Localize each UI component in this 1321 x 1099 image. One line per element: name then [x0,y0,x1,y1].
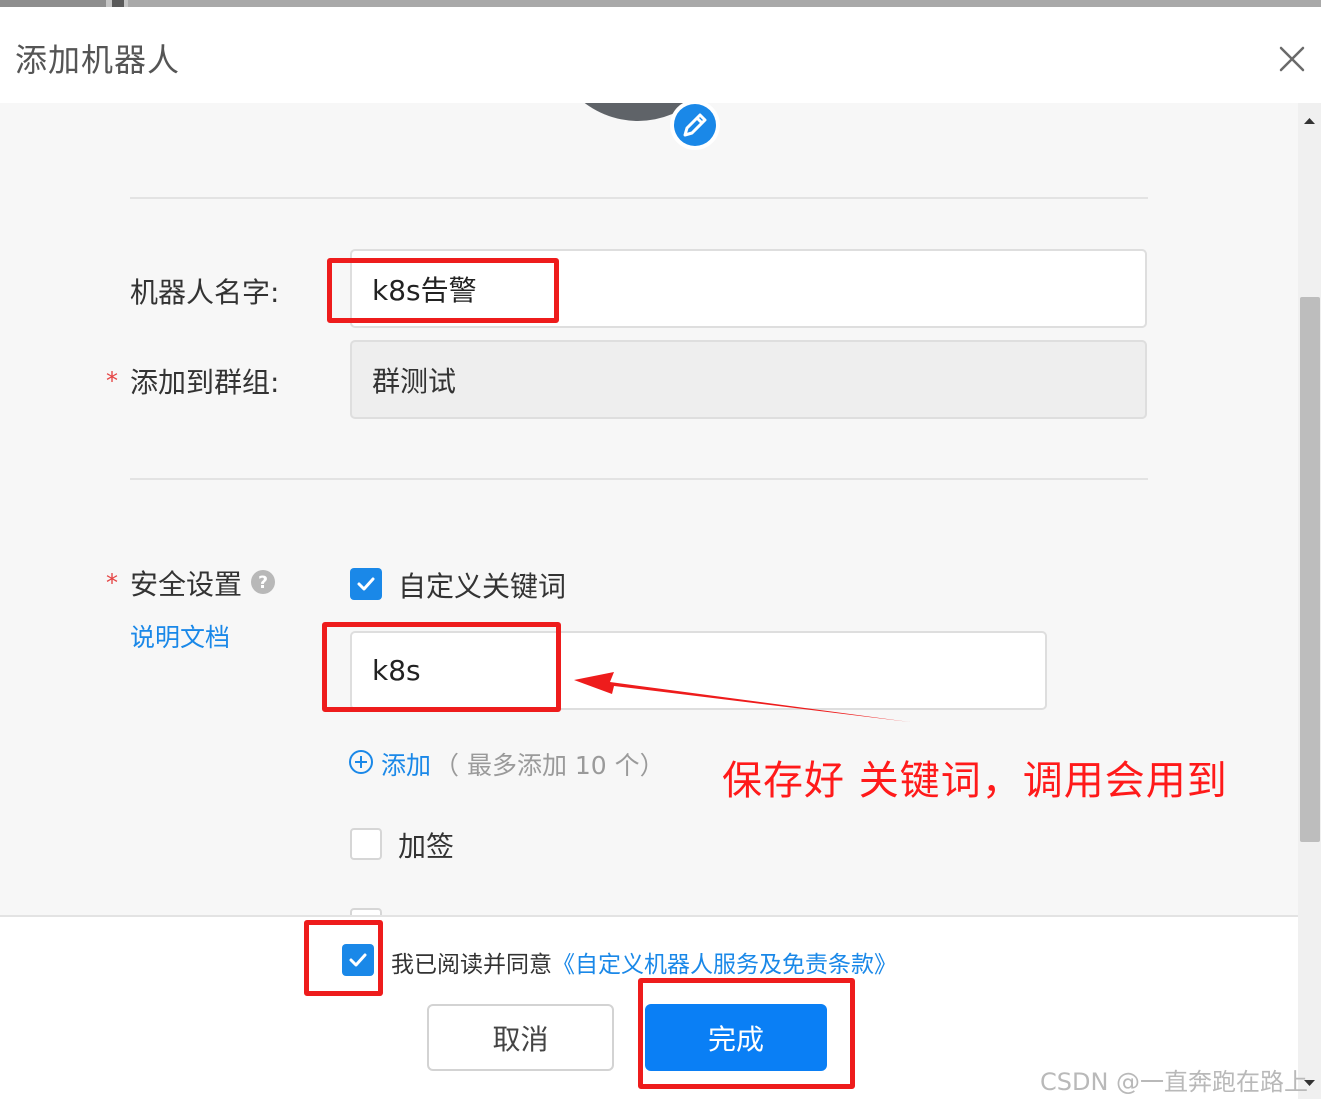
docs-link[interactable]: 说明文档 [130,618,230,654]
agree-text: 我已阅读并同意 [391,952,552,978]
sign-option-label: 加签 [398,830,455,863]
scroll-up-icon[interactable] [1300,108,1319,132]
help-circle-icon[interactable]: ? [250,569,276,595]
add-circle-icon[interactable] [348,749,374,775]
keyword-checkbox[interactable] [350,568,382,600]
browser-top-strip [0,0,1321,7]
arrow-annotation [574,672,910,722]
divider [130,197,1148,199]
keyword-option-label: 自定义关键词 [398,570,567,603]
scrollbar-thumb[interactable] [1300,297,1320,842]
check-icon [357,577,375,591]
divider [130,478,1148,480]
dialog-title: 添加机器人 [15,41,181,79]
highlight-box [322,622,561,712]
agree-text-row: 我已阅读并同意《自定义机器人服务及免责条款》 [391,945,897,979]
ip-checkbox[interactable] [350,908,382,915]
svg-text:?: ? [258,573,268,593]
close-icon[interactable] [1276,43,1308,75]
dialog-header: 添加机器人 [0,7,1321,103]
group-field: 群测试 [350,340,1147,419]
add-keyword-link[interactable]: 添加 [381,746,431,782]
annotation-note: 保存好 关键词，调用会用到 [722,758,1228,804]
highlight-box [327,258,559,323]
add-keyword-hint: （ 最多添加 10 个） [434,751,665,780]
sign-checkbox[interactable] [350,828,382,860]
tab-segment [0,0,106,7]
highlight-box [638,978,855,1089]
highlight-box [304,920,383,996]
terms-link[interactable]: 《自定义机器人服务及免责条款》 [552,952,897,978]
cancel-button[interactable]: 取消 [427,1004,614,1071]
required-mark: * [106,367,118,395]
edit-pencil-icon[interactable] [668,103,722,152]
tab-segment [128,0,1321,7]
required-mark: * [106,569,118,597]
tab-segment [112,0,124,7]
group-label: 添加到群组: [130,366,280,399]
robot-name-label: 机器人名字: [130,276,280,309]
dialog-body: 机器人名字: k8s告警 * 添加到群组: 群测试 * 安全设置 ? 说明文档 … [0,103,1298,915]
group-value: 群测试 [372,364,457,398]
security-label: 安全设置 [130,568,243,601]
watermark: CSDN @一直奔跑在路上 [1040,1068,1309,1096]
